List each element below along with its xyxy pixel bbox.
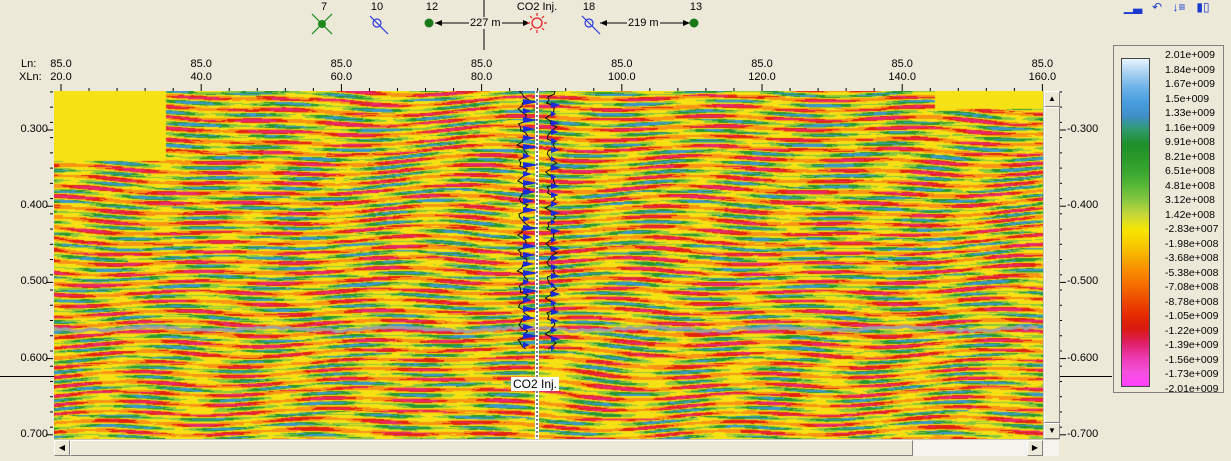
- colorbar-value-label: -5.38e+008: [1165, 266, 1219, 279]
- colorbar-value-label: -2.01e+009: [1165, 383, 1219, 395]
- colorbar-value-label: 1.16e+009: [1165, 121, 1215, 134]
- histogram-icon[interactable]: ▮▯: [1192, 0, 1214, 14]
- top-tick-label: 85.0 20.0: [50, 58, 71, 84]
- top-tick-label: 85.0 140.0: [888, 58, 916, 84]
- undo-icon[interactable]: ↶: [1146, 0, 1168, 14]
- top-tick-label: 85.0 40.0: [190, 58, 211, 84]
- xln-axis-label: XLn:: [19, 71, 42, 83]
- horizontal-scroll-thumb[interactable]: [70, 440, 913, 456]
- colorbar-value-label: 1.84e+009: [1165, 63, 1215, 76]
- top-tick-label: 85.0 80.0: [471, 58, 492, 84]
- top-tick-label: 85.0 100.0: [608, 58, 636, 84]
- ln-tick-value: 85.0: [751, 58, 773, 70]
- sort-icon[interactable]: ↓≡: [1168, 0, 1190, 14]
- ln-axis-label: Ln:: [21, 58, 37, 70]
- colorbar-value-label: 9.91e+008: [1165, 136, 1215, 149]
- distance-label-219: 219 m: [627, 17, 660, 29]
- bar-chart-icon[interactable]: ▁▃: [1122, 0, 1144, 14]
- colorbar-value-label: -1.56e+009: [1165, 353, 1219, 366]
- well-dot-icon[interactable]: [424, 18, 434, 28]
- ln-tick-value: 85.0: [190, 58, 212, 70]
- seismic-section-window: 7 10 12 CO2 Inj. 18 13 227 m 219 m ▁▃ ↶ …: [0, 0, 1231, 461]
- colorbar-value-label: 8.21e+008: [1165, 150, 1215, 163]
- colorbar-gradient: [1121, 58, 1150, 387]
- top-tick-label: 85.0 120.0: [748, 58, 776, 84]
- colorbar-value-label: 1.5e+009: [1165, 92, 1210, 105]
- vertical-scroll-thumb[interactable]: [1044, 107, 1060, 423]
- arrow-left-icon: [600, 20, 607, 26]
- top-tick-label: 85.0 160.0: [1029, 58, 1057, 84]
- top-tick-label: 85.0 60.0: [331, 58, 352, 84]
- colorbar-value-label: -1.05e+009: [1165, 310, 1219, 323]
- xln-tick-value: 160.0: [1028, 71, 1057, 83]
- scroll-up-button[interactable]: ▲: [1044, 91, 1060, 107]
- colorbar-value-label: -3.68e+008: [1165, 252, 1219, 265]
- colorbar-value-label: -1.22e+009: [1165, 324, 1219, 337]
- ln-tick-value: 85.0: [611, 58, 633, 70]
- well-dot-icon[interactable]: [689, 18, 699, 28]
- colorbar-value-label: 1.33e+009: [1165, 107, 1215, 120]
- colorbar-value-label: -1.73e+009: [1165, 368, 1219, 381]
- arrow-left-icon: [435, 20, 442, 26]
- ln-tick-value: 85.0: [891, 58, 913, 70]
- scroll-down-button[interactable]: ▼: [1044, 423, 1060, 439]
- ln-tick-value: 85.0: [1031, 58, 1054, 70]
- colorbar-value-label: 3.12e+008: [1165, 194, 1215, 207]
- colorbar-value-label: 2.01e+009: [1165, 49, 1215, 61]
- well-symbols: [311, 0, 699, 50]
- ln-tick-value: 85.0: [470, 58, 493, 70]
- ln-tick-value: 85.0: [50, 58, 72, 70]
- xln-tick-value: 40.0: [190, 71, 212, 83]
- vertical-scrollbar[interactable]: ▲ ▼: [1043, 91, 1060, 439]
- xln-tick-value: 60.0: [330, 71, 353, 83]
- colorbar-value-label: -8.78e+008: [1165, 295, 1219, 308]
- ln-tick-value: 85.0: [330, 58, 353, 70]
- scroll-left-button[interactable]: ◀: [54, 440, 70, 456]
- xln-tick-value: 120.0: [748, 71, 776, 83]
- xln-tick-value: 80.0: [470, 71, 493, 83]
- well-circle-icon[interactable]: [581, 15, 601, 35]
- co2-sun-icon[interactable]: [527, 13, 547, 33]
- well-x-icon[interactable]: [311, 13, 333, 35]
- well-circle-icon[interactable]: [369, 15, 389, 35]
- colorbar-value-label: 1.42e+008: [1165, 208, 1215, 221]
- xln-tick-value: 20.0: [50, 71, 72, 83]
- horizontal-scrollbar[interactable]: ◀ ▶: [54, 439, 1059, 456]
- colorbar-value-label: -2.83e+007: [1165, 223, 1219, 236]
- colorbar-value-label: 1.67e+009: [1165, 78, 1215, 91]
- colorbar-value-label: -7.08e+008: [1165, 281, 1219, 294]
- xln-tick-value: 100.0: [608, 71, 636, 83]
- scroll-right-button[interactable]: ▶: [1027, 440, 1043, 456]
- colorbar-value-label: -1.39e+009: [1165, 339, 1219, 352]
- colorbar-value-label: -1.98e+008: [1165, 237, 1219, 250]
- xln-tick-value: 140.0: [888, 71, 916, 83]
- colorbar-value-label: 6.51e+008: [1165, 165, 1215, 178]
- co2-well-marker-label: CO2 Inj.: [511, 377, 560, 391]
- distance-label-227: 227 m: [469, 17, 502, 29]
- arrow-right-icon: [683, 20, 690, 26]
- colorbar-value-label: 4.81e+008: [1165, 179, 1215, 192]
